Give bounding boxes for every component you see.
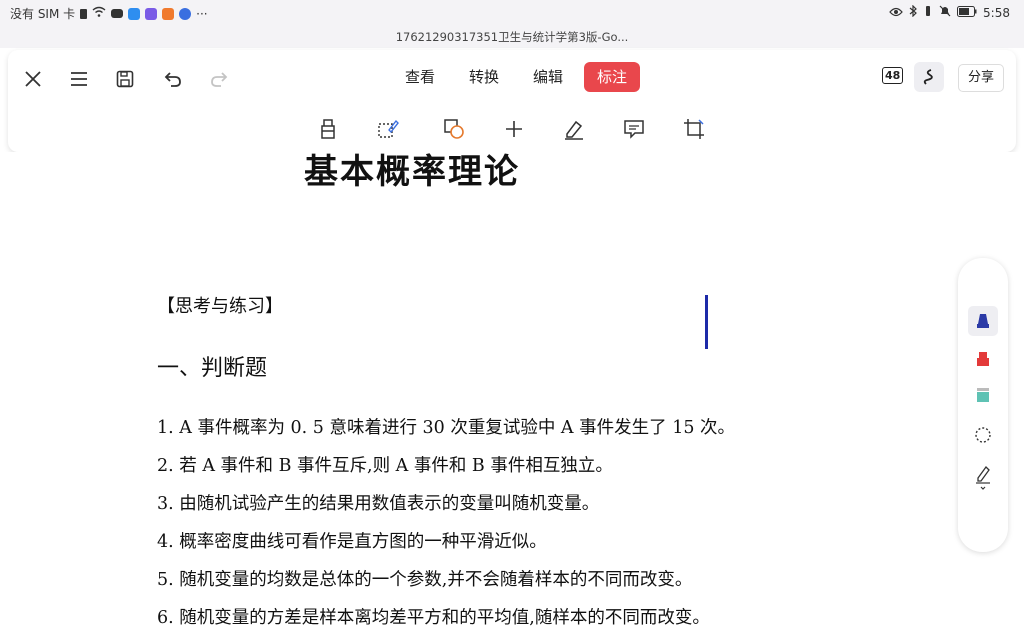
question-5: 5. 随机变量的均数是总体的一个参数,并不会随着样本的不同而改变。: [157, 570, 693, 590]
video-icon: [111, 9, 124, 18]
carrier-text: 没有 SIM 卡: [10, 7, 76, 21]
handwriting-button[interactable]: [914, 62, 944, 92]
question-6: 6. 随机变量的方差是样本离均差平方和的平均值,随样本的不同而改变。: [157, 608, 710, 628]
section-heading: 【思考与练习】: [157, 296, 283, 317]
save-icon[interactable]: [112, 66, 138, 92]
app-icon-purple: [145, 7, 158, 20]
app-icon-orange: [162, 7, 175, 20]
clock: 5:58: [983, 5, 1010, 20]
page-count-badge[interactable]: 48: [882, 67, 904, 84]
mute-bell-icon: [939, 5, 951, 20]
mode-tabs: 查看 转换 编辑 标注: [392, 62, 641, 92]
squiggle-pen-icon: [923, 69, 933, 85]
text-cursor: [705, 295, 708, 349]
tab-edit[interactable]: 编辑: [520, 62, 576, 92]
teal-highlighter-icon[interactable]: [970, 382, 996, 408]
pen-palette: [958, 258, 1008, 552]
share-button[interactable]: 分享: [957, 64, 1004, 92]
crop-icon[interactable]: [681, 116, 707, 142]
question-2: 2. 若 A 事件和 B 事件互斥,则 A 事件和 B 事件相互独立。: [157, 456, 613, 476]
question-type-heading: 一、判断题: [157, 356, 268, 381]
file-title: 17621290317351卫生与统计学第3版-Go...: [0, 26, 1024, 48]
pen-icon[interactable]: [561, 116, 587, 142]
highlighter-icon[interactable]: [315, 116, 341, 142]
redo-icon[interactable]: [206, 66, 232, 92]
undo-icon[interactable]: [160, 66, 186, 92]
status-bar: 没有 SIM 卡 ··· 5:58: [0, 0, 1024, 26]
add-icon[interactable]: [501, 116, 527, 142]
more-notifications-icon: ···: [196, 6, 208, 21]
question-3: 3. 由随机试验产生的结果用数值表示的变量叫随机变量。: [157, 494, 600, 514]
status-right: 5:58: [889, 4, 1010, 20]
app-icon-blue: [128, 7, 141, 20]
tab-convert[interactable]: 转换: [456, 62, 512, 92]
chapter-title: 基本概率理论: [304, 152, 520, 192]
handwriting-pen-icon[interactable]: [970, 464, 996, 490]
lasso-icon[interactable]: [970, 422, 996, 448]
shape-icon[interactable]: [441, 116, 467, 142]
document-page[interactable]: 基本概率理论 【思考与练习】 一、判断题 1. A 事件概率为 0. 5 意味着…: [0, 152, 1024, 640]
bluetooth-icon: [909, 4, 917, 20]
comment-icon[interactable]: [621, 116, 647, 142]
question-1: 1. A 事件概率为 0. 5 意味着进行 30 次重复试验中 A 事件发生了 …: [157, 418, 736, 438]
tab-view[interactable]: 查看: [392, 62, 448, 92]
vibrate-icon: [923, 5, 933, 20]
tab-annotate[interactable]: 标注: [584, 62, 641, 92]
eye-icon: [889, 6, 903, 20]
blue-marker-icon[interactable]: [968, 306, 998, 336]
app-icon-browser: [179, 7, 192, 20]
wifi-icon: [92, 6, 106, 21]
status-left: 没有 SIM 卡 ···: [10, 5, 208, 22]
menu-icon[interactable]: [66, 66, 92, 92]
sim-icon: [80, 8, 88, 19]
area-select-icon[interactable]: [375, 116, 401, 142]
close-icon[interactable]: [20, 66, 46, 92]
annotation-toolbar: 查看 转换 编辑 标注 48 分享: [8, 50, 1016, 152]
question-4: 4. 概率密度曲线可看作是直方图的一种平滑近似。: [157, 532, 547, 552]
toolbar-top-row: 查看 转换 编辑 标注 48 分享: [8, 50, 1016, 106]
battery-icon: [957, 5, 977, 20]
red-marker-icon[interactable]: [970, 346, 996, 372]
